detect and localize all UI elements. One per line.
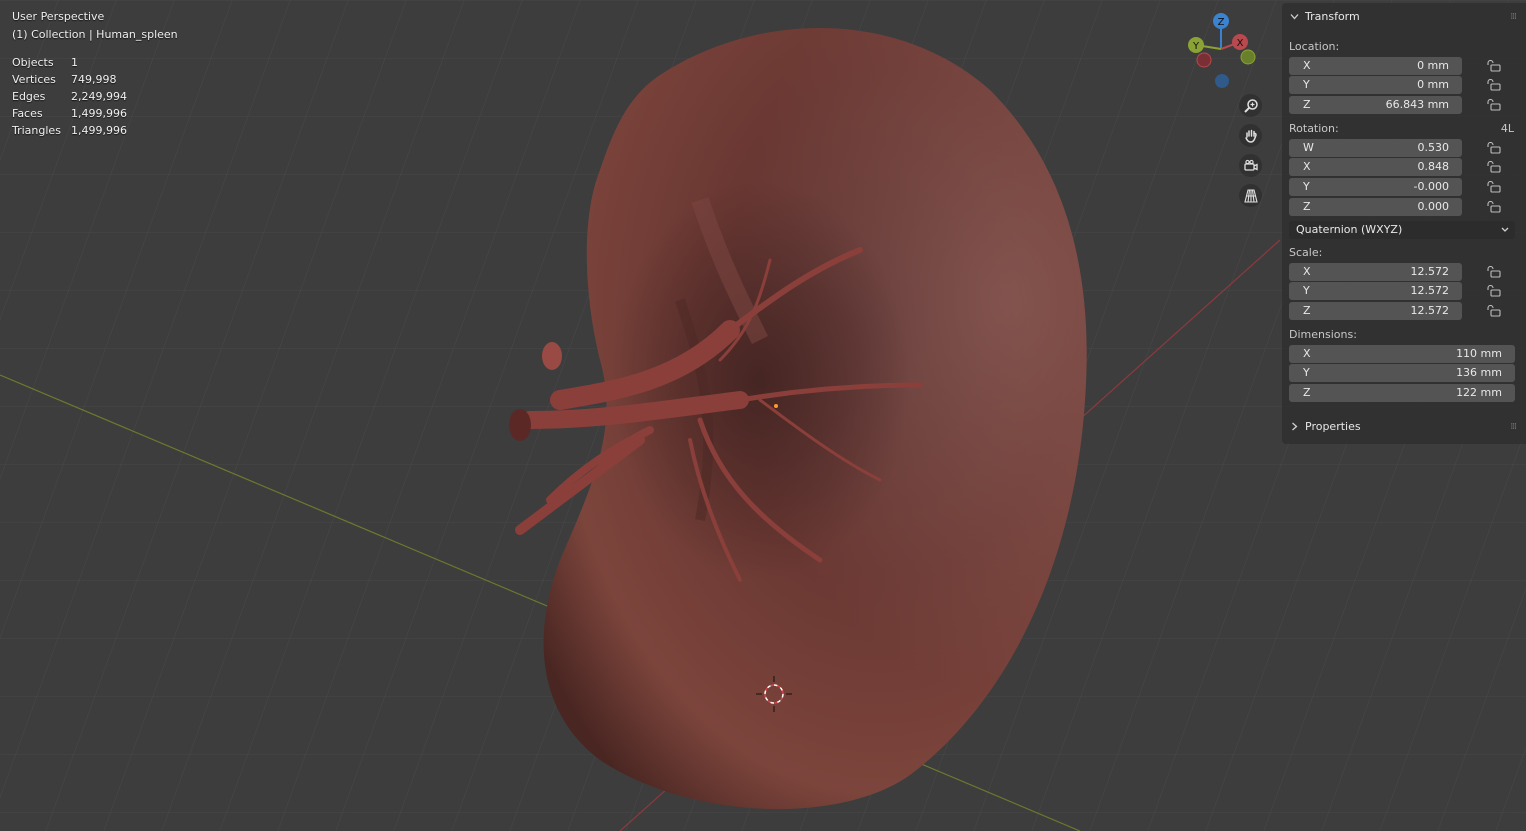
chevron-down-icon bbox=[1290, 14, 1299, 20]
stat-row-objects: Objects 1 bbox=[12, 56, 127, 73]
unlock-icon[interactable] bbox=[1487, 266, 1501, 278]
axis-label: Y bbox=[1303, 78, 1310, 91]
stat-label: Faces bbox=[12, 107, 43, 120]
rotation-y-field[interactable]: Y -0.000 bbox=[1289, 178, 1462, 196]
field-value: 0.530 bbox=[1417, 141, 1450, 154]
axis-label: Y bbox=[1303, 180, 1310, 193]
rotation-mode-dropdown[interactable]: Quaternion (WXYZ) bbox=[1289, 221, 1515, 239]
stat-row-triangles: Triangles 1,499,996 bbox=[12, 124, 127, 141]
rotation-mode-value: Quaternion (WXYZ) bbox=[1296, 223, 1403, 236]
field-value: 12.572 bbox=[1410, 304, 1450, 317]
camera-icon bbox=[1243, 159, 1258, 171]
rotation-w-field[interactable]: W 0.530 bbox=[1289, 139, 1462, 157]
stat-row-vertices: Vertices 749,998 bbox=[12, 73, 127, 90]
chevron-right-icon bbox=[1292, 422, 1298, 431]
stat-row-faces: Faces 1,499,996 bbox=[12, 107, 127, 124]
axis-label: Z bbox=[1303, 98, 1311, 111]
perspective-toggle-button[interactable] bbox=[1239, 184, 1262, 207]
chevron-down-icon bbox=[1501, 227, 1509, 232]
field-value: 0.000 bbox=[1417, 200, 1450, 213]
field-value: 12.572 bbox=[1410, 284, 1450, 297]
axis-label: Z bbox=[1303, 304, 1311, 317]
axis-label: X bbox=[1303, 59, 1311, 72]
dimensions-label: Dimensions: bbox=[1289, 328, 1357, 341]
scale-z-field[interactable]: Z 12.572 bbox=[1289, 302, 1462, 320]
gizmo-neg-z[interactable] bbox=[1215, 74, 1229, 88]
axis-label: X bbox=[1303, 160, 1311, 173]
stat-label: Objects bbox=[12, 56, 54, 69]
stat-value: 2,249,994 bbox=[71, 90, 127, 103]
axis-label: X bbox=[1303, 265, 1311, 278]
pan-button[interactable] bbox=[1239, 124, 1262, 147]
collection-line: (1) Collection | Human_spleen bbox=[12, 28, 178, 41]
axis-label: Z bbox=[1303, 200, 1311, 213]
axis-label: Y bbox=[1303, 284, 1310, 297]
field-value: 12.572 bbox=[1410, 265, 1450, 278]
camera-view-button[interactable] bbox=[1239, 154, 1262, 177]
field-value: 0.848 bbox=[1417, 160, 1450, 173]
unlock-icon[interactable] bbox=[1487, 181, 1501, 193]
axis-label: Y bbox=[1303, 366, 1310, 379]
drag-handle-icon[interactable]: ⁞⁞⁞ bbox=[1510, 12, 1517, 22]
unlock-icon[interactable] bbox=[1487, 142, 1501, 154]
unlock-icon[interactable] bbox=[1487, 285, 1501, 297]
stat-value: 749,998 bbox=[71, 73, 117, 86]
drag-handle-icon[interactable]: ⁞⁞⁞ bbox=[1510, 422, 1517, 432]
unlock-icon[interactable] bbox=[1487, 161, 1501, 173]
scene-statistics: Objects 1 Vertices 749,998 Edges 2,249,994 … bbox=[12, 56, 127, 141]
gizmo-neg-y[interactable] bbox=[1240, 49, 1256, 65]
field-value: 0 mm bbox=[1417, 59, 1449, 72]
pan-hand-icon bbox=[1244, 129, 1257, 143]
field-value: 136 mm bbox=[1456, 366, 1502, 379]
zoom-icon bbox=[1243, 98, 1258, 113]
field-value: 0 mm bbox=[1417, 78, 1449, 91]
rotation-label: Rotation: bbox=[1289, 122, 1339, 135]
unlock-icon[interactable] bbox=[1487, 79, 1501, 91]
location-y-field[interactable]: Y 0 mm bbox=[1289, 76, 1462, 94]
location-z-field[interactable]: Z 66.843 mm bbox=[1289, 96, 1462, 114]
transform-sidebar-panel[interactable]: Transform ⁞⁞⁞ Location: X 0 mm Y 0 mm Z 66.… bbox=[1282, 3, 1526, 444]
dimensions-z-field[interactable]: Z 122 mm bbox=[1289, 384, 1515, 402]
rotation-z-field[interactable]: Z 0.000 bbox=[1289, 198, 1462, 216]
unlock-icon[interactable] bbox=[1487, 201, 1501, 213]
transform-panel-header[interactable]: Transform bbox=[1290, 10, 1360, 23]
scale-x-field[interactable]: X 12.572 bbox=[1289, 263, 1462, 281]
rotation-x-field[interactable]: X 0.848 bbox=[1289, 158, 1462, 176]
gizmo-x-label: X bbox=[1237, 38, 1244, 49]
axis-label: Z bbox=[1303, 386, 1311, 399]
axis-label: X bbox=[1303, 347, 1311, 360]
stat-value: 1,499,996 bbox=[71, 107, 127, 120]
perspective-grid-icon bbox=[1243, 188, 1258, 203]
gizmo-y-label: Y bbox=[1192, 41, 1200, 52]
field-value: 110 mm bbox=[1456, 347, 1502, 360]
stat-label: Vertices bbox=[12, 73, 56, 86]
gizmo-z-label: Z bbox=[1218, 17, 1225, 28]
location-label: Location: bbox=[1289, 40, 1340, 53]
zoom-button[interactable] bbox=[1239, 94, 1262, 117]
properties-panel-title: Properties bbox=[1305, 420, 1361, 433]
gizmo-neg-x[interactable] bbox=[1196, 52, 1212, 68]
scale-y-field[interactable]: Y 12.572 bbox=[1289, 282, 1462, 300]
stat-label: Triangles bbox=[12, 124, 61, 137]
stat-row-edges: Edges 2,249,994 bbox=[12, 90, 127, 107]
unlock-icon[interactable] bbox=[1487, 99, 1501, 111]
stat-label: Edges bbox=[12, 90, 46, 103]
field-value: 122 mm bbox=[1456, 386, 1502, 399]
view-name: User Perspective bbox=[12, 10, 105, 23]
axis-label: W bbox=[1303, 141, 1314, 154]
stat-value: 1,499,996 bbox=[71, 124, 127, 137]
stat-value: 1 bbox=[71, 56, 78, 69]
field-value: -0.000 bbox=[1413, 180, 1449, 193]
object-origin-dot bbox=[774, 404, 778, 408]
scale-label: Scale: bbox=[1289, 246, 1323, 259]
rotation-lock-4l-toggle[interactable]: 4L bbox=[1501, 122, 1514, 135]
location-x-field[interactable]: X 0 mm bbox=[1289, 57, 1462, 75]
field-value: 66.843 mm bbox=[1385, 98, 1449, 111]
transform-panel-title: Transform bbox=[1305, 10, 1360, 23]
unlock-icon[interactable] bbox=[1487, 60, 1501, 72]
properties-panel-header[interactable]: Properties bbox=[1290, 420, 1361, 433]
dimensions-y-field[interactable]: Y 136 mm bbox=[1289, 364, 1515, 382]
unlock-icon[interactable] bbox=[1487, 305, 1501, 317]
dimensions-x-field[interactable]: X 110 mm bbox=[1289, 345, 1515, 363]
